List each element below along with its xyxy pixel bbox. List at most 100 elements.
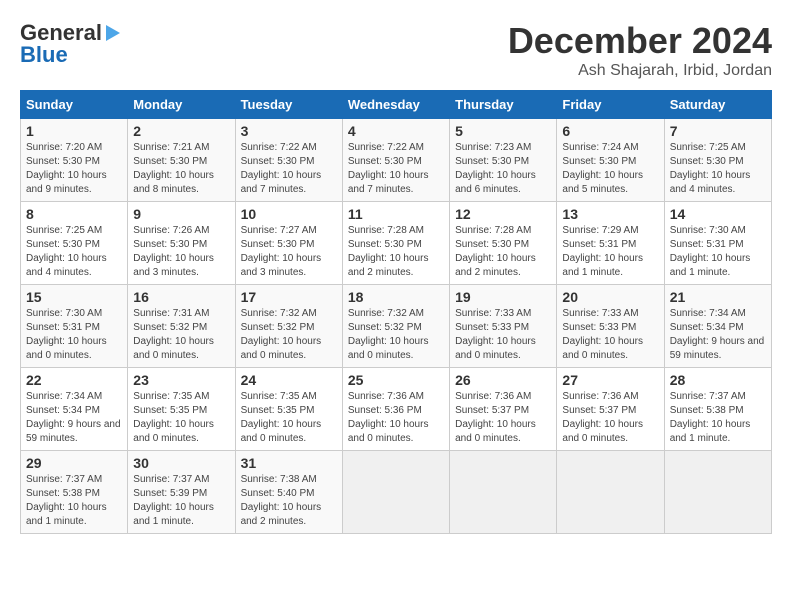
table-row: 10Sunrise: 7:27 AMSunset: 5:30 PMDayligh…	[235, 202, 342, 285]
table-row: 28 Sunrise: 7:37 AMSunset: 5:38 PMDayligh…	[664, 368, 771, 451]
logo-blue: Blue	[20, 42, 68, 68]
day-number: 5	[455, 123, 551, 139]
table-row	[557, 451, 664, 534]
calendar-header-row: Sunday Monday Tuesday Wednesday Thursday…	[21, 91, 772, 119]
day-number: 25	[348, 372, 444, 388]
day-number: 13	[562, 206, 658, 222]
table-row: 17 Sunrise: 7:32 AMSunset: 5:32 PMDayligh…	[235, 285, 342, 368]
day-number: 1	[26, 123, 122, 139]
day-info: Sunrise: 7:36 AMSunset: 5:37 PMDaylight:…	[562, 390, 658, 446]
calendar-week-row: 8Sunrise: 7:25 AMSunset: 5:30 PMDaylight…	[21, 202, 772, 285]
day-info: Sunrise: 7:32 AMSunset: 5:32 PMDaylight:…	[241, 307, 337, 363]
calendar-week-row: 22 Sunrise: 7:34 AMSunset: 5:34 PMDayligh…	[21, 368, 772, 451]
title-area: December 2024 Ash Shajarah, Irbid, Jorda…	[508, 20, 772, 80]
table-row: 29 Sunrise: 7:37 AMSunset: 5:38 PMDayligh…	[21, 451, 128, 534]
day-info: Sunrise: 7:28 AMSunset: 5:30 PMDaylight:…	[348, 224, 444, 280]
month-title: December 2024	[508, 20, 772, 62]
day-info: Sunrise: 7:21 AMSunset: 5:30 PMDaylight:…	[133, 141, 229, 197]
table-row: 6 Sunrise: 7:24 AMSunset: 5:30 PMDaylight…	[557, 119, 664, 202]
day-info: Sunrise: 7:36 AMSunset: 5:36 PMDaylight:…	[348, 390, 444, 446]
table-row: 26 Sunrise: 7:36 AMSunset: 5:37 PMDayligh…	[450, 368, 557, 451]
table-row: 4 Sunrise: 7:22 AMSunset: 5:30 PMDaylight…	[342, 119, 449, 202]
day-info: Sunrise: 7:29 AMSunset: 5:31 PMDaylight:…	[562, 224, 658, 280]
col-wednesday: Wednesday	[342, 91, 449, 119]
table-row: 11 Sunrise: 7:28 AMSunset: 5:30 PMDayligh…	[342, 202, 449, 285]
table-row: 18 Sunrise: 7:32 AMSunset: 5:32 PMDayligh…	[342, 285, 449, 368]
table-row: 21 Sunrise: 7:34 AMSunset: 5:34 PMDayligh…	[664, 285, 771, 368]
day-number: 21	[670, 289, 766, 305]
day-number: 23	[133, 372, 229, 388]
table-row	[664, 451, 771, 534]
day-number: 7	[670, 123, 766, 139]
table-row: 24Sunrise: 7:35 AMSunset: 5:35 PMDayligh…	[235, 368, 342, 451]
table-row: 15 Sunrise: 7:30 AMSunset: 5:31 PMDayligh…	[21, 285, 128, 368]
table-row: 1Sunrise: 7:20 AMSunset: 5:30 PMDaylight…	[21, 119, 128, 202]
day-number: 8	[26, 206, 122, 222]
day-info: Sunrise: 7:25 AMSunset: 5:30 PMDaylight:…	[670, 141, 766, 197]
day-number: 26	[455, 372, 551, 388]
day-number: 12	[455, 206, 551, 222]
table-row: 19Sunrise: 7:33 AMSunset: 5:33 PMDayligh…	[450, 285, 557, 368]
table-row: 12 Sunrise: 7:28 AMSunset: 5:30 PMDayligh…	[450, 202, 557, 285]
day-number: 15	[26, 289, 122, 305]
col-tuesday: Tuesday	[235, 91, 342, 119]
day-number: 22	[26, 372, 122, 388]
day-number: 9	[133, 206, 229, 222]
table-row: 14Sunrise: 7:30 AMSunset: 5:31 PMDayligh…	[664, 202, 771, 285]
table-row	[450, 451, 557, 534]
col-saturday: Saturday	[664, 91, 771, 119]
calendar-week-row: 29 Sunrise: 7:37 AMSunset: 5:38 PMDayligh…	[21, 451, 772, 534]
day-info: Sunrise: 7:23 AMSunset: 5:30 PMDaylight:…	[455, 141, 551, 197]
day-info: Sunrise: 7:31 AMSunset: 5:32 PMDaylight:…	[133, 307, 229, 363]
logo-arrow-icon	[102, 22, 124, 44]
table-row: 16 Sunrise: 7:31 AMSunset: 5:32 PMDayligh…	[128, 285, 235, 368]
table-row: 7 Sunrise: 7:25 AMSunset: 5:30 PMDaylight…	[664, 119, 771, 202]
location-subtitle: Ash Shajarah, Irbid, Jordan	[508, 62, 772, 80]
day-info: Sunrise: 7:38 AMSunset: 5:40 PMDaylight:…	[241, 473, 337, 529]
day-info: Sunrise: 7:28 AMSunset: 5:30 PMDaylight:…	[455, 224, 551, 280]
day-info: Sunrise: 7:24 AMSunset: 5:30 PMDaylight:…	[562, 141, 658, 197]
day-info: Sunrise: 7:26 AMSunset: 5:30 PMDaylight:…	[133, 224, 229, 280]
table-row: 20 Sunrise: 7:33 AMSunset: 5:33 PMDayligh…	[557, 285, 664, 368]
day-info: Sunrise: 7:35 AMSunset: 5:35 PMDaylight:…	[241, 390, 337, 446]
day-info: Sunrise: 7:22 AMSunset: 5:30 PMDaylight:…	[348, 141, 444, 197]
logo-text-area: General Blue	[20, 20, 124, 68]
day-number: 10	[241, 206, 337, 222]
table-row: 8Sunrise: 7:25 AMSunset: 5:30 PMDaylight…	[21, 202, 128, 285]
table-row: 27Sunrise: 7:36 AMSunset: 5:37 PMDayligh…	[557, 368, 664, 451]
day-number: 17	[241, 289, 337, 305]
day-number: 30	[133, 455, 229, 471]
day-number: 11	[348, 206, 444, 222]
day-info: Sunrise: 7:37 AMSunset: 5:38 PMDaylight:…	[26, 473, 122, 529]
day-info: Sunrise: 7:36 AMSunset: 5:37 PMDaylight:…	[455, 390, 551, 446]
day-info: Sunrise: 7:33 AMSunset: 5:33 PMDaylight:…	[562, 307, 658, 363]
table-row: 30 Sunrise: 7:37 AMSunset: 5:39 PMDayligh…	[128, 451, 235, 534]
day-number: 4	[348, 123, 444, 139]
day-number: 3	[241, 123, 337, 139]
day-info: Sunrise: 7:34 AMSunset: 5:34 PMDaylight:…	[670, 307, 766, 363]
calendar-week-row: 15 Sunrise: 7:30 AMSunset: 5:31 PMDayligh…	[21, 285, 772, 368]
calendar-week-row: 1Sunrise: 7:20 AMSunset: 5:30 PMDaylight…	[21, 119, 772, 202]
col-thursday: Thursday	[450, 91, 557, 119]
day-info: Sunrise: 7:32 AMSunset: 5:32 PMDaylight:…	[348, 307, 444, 363]
day-number: 16	[133, 289, 229, 305]
day-info: Sunrise: 7:34 AMSunset: 5:34 PMDaylight:…	[26, 390, 122, 446]
table-row: 22 Sunrise: 7:34 AMSunset: 5:34 PMDayligh…	[21, 368, 128, 451]
day-number: 28	[670, 372, 766, 388]
table-row: 5 Sunrise: 7:23 AMSunset: 5:30 PMDaylight…	[450, 119, 557, 202]
day-info: Sunrise: 7:30 AMSunset: 5:31 PMDaylight:…	[26, 307, 122, 363]
table-row: 2Sunrise: 7:21 AMSunset: 5:30 PMDaylight…	[128, 119, 235, 202]
col-monday: Monday	[128, 91, 235, 119]
table-row: 23Sunrise: 7:35 AMSunset: 5:35 PMDayligh…	[128, 368, 235, 451]
table-row	[342, 451, 449, 534]
day-info: Sunrise: 7:33 AMSunset: 5:33 PMDaylight:…	[455, 307, 551, 363]
day-number: 29	[26, 455, 122, 471]
day-info: Sunrise: 7:37 AMSunset: 5:38 PMDaylight:…	[670, 390, 766, 446]
day-number: 14	[670, 206, 766, 222]
col-sunday: Sunday	[21, 91, 128, 119]
day-number: 6	[562, 123, 658, 139]
col-friday: Friday	[557, 91, 664, 119]
day-info: Sunrise: 7:37 AMSunset: 5:39 PMDaylight:…	[133, 473, 229, 529]
day-number: 18	[348, 289, 444, 305]
day-number: 20	[562, 289, 658, 305]
